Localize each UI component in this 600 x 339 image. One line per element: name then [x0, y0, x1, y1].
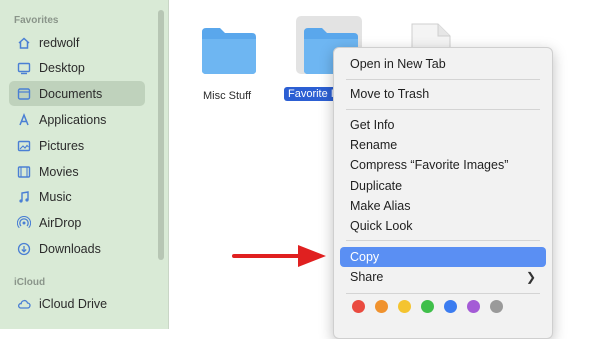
sidebar-item-documents[interactable]: Documents [9, 81, 145, 106]
sidebar-item-label: Documents [39, 86, 103, 101]
tag-red-dot[interactable] [352, 300, 365, 313]
menu-item-get-info[interactable]: Get Info [340, 115, 546, 135]
tag-purple-dot[interactable] [467, 300, 480, 313]
menu-item-make-alias[interactable]: Make Alias [340, 196, 546, 216]
downloads-icon [17, 242, 31, 256]
tag-gray-dot[interactable] [490, 300, 503, 313]
sidebar-item-label: Applications [39, 112, 107, 127]
sidebar-item-label: Pictures [39, 138, 85, 153]
menu-item-label: Copy [350, 250, 380, 264]
menu-item-share[interactable]: Share ❯ [340, 267, 546, 287]
folder-icon [200, 24, 258, 76]
sidebar-item-desktop[interactable]: Desktop [9, 55, 145, 80]
sidebar-item-label: Movies [39, 164, 79, 179]
sidebar-item-label: redwolf [39, 35, 80, 50]
music-icon [17, 190, 31, 204]
menu-item-label: Open in New Tab [350, 57, 446, 71]
sidebar-item-icloud-drive[interactable]: iCloud Drive [9, 291, 145, 316]
menu-item-copy[interactable]: Copy [340, 247, 546, 267]
menu-item-move-to-trash[interactable]: Move to Trash [340, 84, 546, 104]
sidebar-item-movies[interactable]: Movies [9, 159, 145, 184]
sidebar-item-pictures[interactable]: Pictures [9, 133, 145, 158]
sidebar-item-redwolf[interactable]: redwolf [9, 30, 145, 55]
sidebar-item-label: Downloads [39, 241, 101, 256]
menu-item-label: Share [350, 270, 384, 284]
menu-item-label: Make Alias [350, 199, 411, 213]
file-label-misc-stuff[interactable]: Misc Stuff [203, 90, 251, 102]
sidebar-item-applications[interactable]: Applications [9, 107, 145, 132]
sidebar-scrollbar[interactable] [158, 10, 164, 260]
menu-item-duplicate[interactable]: Duplicate [340, 176, 546, 196]
folder-misc-stuff[interactable] [200, 24, 258, 76]
tag-yellow-dot[interactable] [398, 300, 411, 313]
document-folder-icon [17, 87, 31, 101]
menu-item-rename[interactable]: Rename [340, 135, 546, 155]
menu-separator [346, 240, 540, 241]
tag-blue-dot[interactable] [444, 300, 457, 313]
menu-item-quick-look[interactable]: Quick Look [340, 216, 546, 236]
pictures-icon [17, 139, 31, 153]
menu-item-label: Get Info [350, 118, 395, 132]
menu-item-compress[interactable]: Compress “Favorite Images” [340, 155, 546, 175]
sidebar-item-label: iCloud Drive [39, 296, 108, 311]
sidebar-item-music[interactable]: Music [9, 184, 145, 209]
menu-item-label: Move to Trash [350, 87, 430, 101]
desktop-icon [17, 61, 31, 75]
menu-item-label: Rename [350, 138, 398, 152]
airdrop-icon [17, 215, 31, 230]
sidebar-item-label: Desktop [39, 60, 85, 75]
menu-separator [346, 109, 540, 110]
tag-green-dot[interactable] [421, 300, 434, 313]
context-menu: Open in New Tab Move to Trash Get Info R… [333, 47, 553, 339]
menu-separator [346, 293, 540, 294]
sidebar-item-airdrop[interactable]: AirDrop [9, 210, 145, 235]
menu-item-label: Duplicate [350, 179, 403, 193]
tag-orange-dot[interactable] [375, 300, 388, 313]
sidebar: Favorites redwolf Desktop Documents Appl… [0, 0, 169, 329]
home-icon [17, 36, 31, 50]
chevron-right-icon: ❯ [525, 270, 536, 284]
sidebar-item-label: Music [39, 189, 72, 204]
sidebar-item-downloads[interactable]: Downloads [9, 236, 145, 261]
annotation-arrow-icon [232, 243, 328, 274]
file-label-favorite-images[interactable]: Favorite Images [284, 87, 340, 101]
menu-separator [346, 79, 540, 80]
menu-item-open-in-new-tab[interactable]: Open in New Tab [340, 54, 546, 74]
sidebar-item-label: AirDrop [39, 215, 82, 230]
menu-item-label: Quick Look [350, 219, 413, 233]
sidebar-section-favorites: Favorites [14, 15, 59, 26]
sidebar-section-icloud: iCloud [14, 277, 46, 288]
applications-icon [17, 112, 31, 127]
movies-icon [17, 165, 31, 179]
menu-item-label: Compress “Favorite Images” [350, 158, 509, 172]
cloud-icon [17, 297, 31, 311]
